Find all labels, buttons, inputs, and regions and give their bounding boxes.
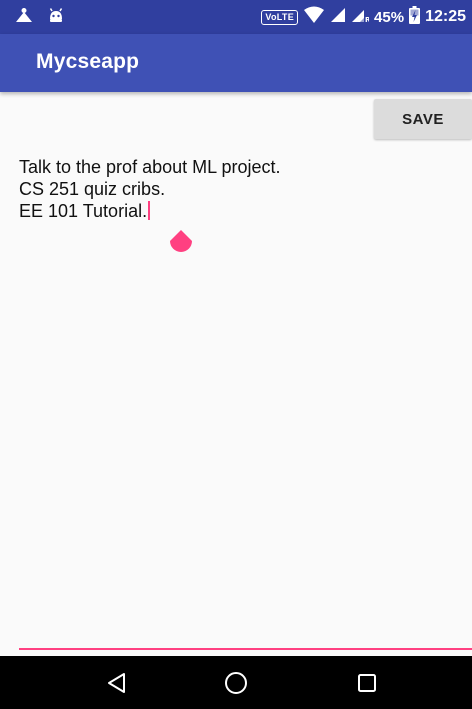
notification-icons [14,6,64,28]
android-icon [14,7,34,28]
note-line: EE 101 Tutorial. [19,200,459,222]
app-title: Mycseapp [36,50,140,73]
system-status: VoLTE R 45% 12:25 [261,4,466,30]
text-caret [148,201,150,220]
save-button[interactable]: SAVE [374,99,472,139]
signal-icon [330,7,346,27]
app-bar: Mycseapp [0,34,472,92]
recents-icon[interactable] [352,668,382,698]
text-field-underline [19,648,472,650]
screen: VoLTE R 45% 12:25 Mycseapp SAVE Talk to … [0,0,472,709]
note-text-field[interactable]: Talk to the prof about ML project. CS 25… [19,156,459,222]
wifi-icon [303,6,325,28]
battery-charging-icon [409,6,421,28]
battery-percent: 45% [374,8,405,26]
signal-r-icon: R [351,7,371,27]
cursor-handle-icon[interactable] [168,229,194,255]
volte-badge: VoLTE [261,9,299,25]
home-icon[interactable] [221,668,251,698]
debug-icon [48,7,64,28]
clock: 12:25 [425,8,466,25]
note-line: Talk to the prof about ML project. [19,157,281,177]
navigation-bar [0,656,472,709]
status-bar: VoLTE R 45% 12:25 [0,0,472,34]
note-line: CS 251 quiz cribs. [19,179,166,199]
svg-text:R: R [365,16,369,23]
back-icon[interactable] [102,668,132,698]
